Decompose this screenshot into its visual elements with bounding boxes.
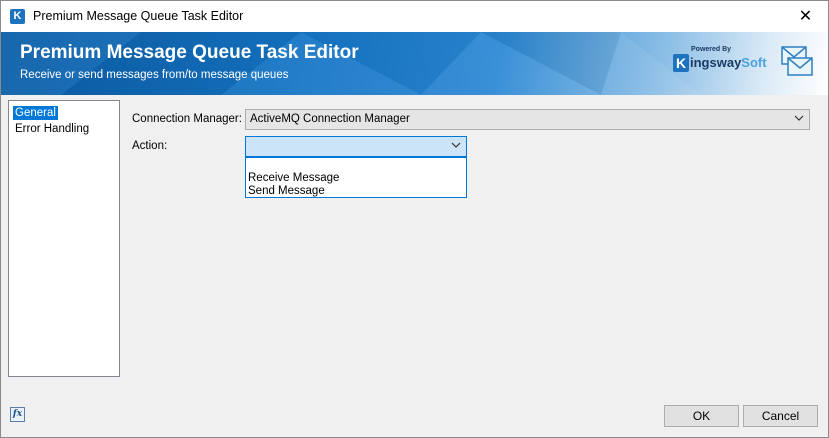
task-editor-window: K Premium Message Queue Task Editor ✕ Pr… bbox=[0, 0, 829, 438]
banner-subtitle: Receive or send messages from/to message… bbox=[20, 69, 289, 81]
header-banner: Premium Message Queue Task Editor Receiv… bbox=[1, 32, 828, 95]
action-select[interactable] bbox=[245, 136, 467, 157]
logo-wordmark: ingswaySoft bbox=[690, 55, 767, 70]
expression-button[interactable]: fx bbox=[10, 407, 25, 422]
connection-manager-select[interactable]: ActiveMQ Connection Manager bbox=[245, 109, 810, 130]
mail-stack-icon bbox=[781, 46, 813, 76]
action-label: Action: bbox=[132, 140, 168, 152]
chevron-down-icon bbox=[794, 115, 804, 121]
action-dropdown-list: Receive Message Send Message bbox=[245, 157, 467, 198]
ok-button[interactable]: OK bbox=[664, 405, 739, 427]
kingswaysoft-app-icon: K bbox=[10, 9, 25, 24]
logo-k-mark: K bbox=[673, 54, 689, 72]
kingswaysoft-logo: Powered By K ingswaySoft bbox=[671, 46, 767, 78]
title-bar: K Premium Message Queue Task Editor ✕ bbox=[1, 1, 828, 32]
action-option-send-message[interactable]: Send Message bbox=[248, 185, 325, 198]
nav-item-error-handling[interactable]: Error Handling bbox=[13, 122, 91, 136]
chevron-down-icon bbox=[451, 142, 461, 148]
page-navigation: General Error Handling bbox=[8, 100, 120, 377]
action-option-receive-message[interactable]: Receive Message bbox=[248, 172, 339, 185]
logo-powered-by: Powered By bbox=[691, 46, 732, 53]
close-button[interactable]: ✕ bbox=[783, 1, 828, 31]
cancel-button[interactable]: Cancel bbox=[743, 405, 818, 427]
nav-item-general[interactable]: General bbox=[13, 106, 58, 120]
banner-title: Premium Message Queue Task Editor bbox=[20, 42, 359, 63]
connection-manager-value: ActiveMQ Connection Manager bbox=[250, 113, 410, 125]
window-title: Premium Message Queue Task Editor bbox=[33, 9, 244, 23]
connection-manager-label: Connection Manager: bbox=[132, 113, 242, 125]
